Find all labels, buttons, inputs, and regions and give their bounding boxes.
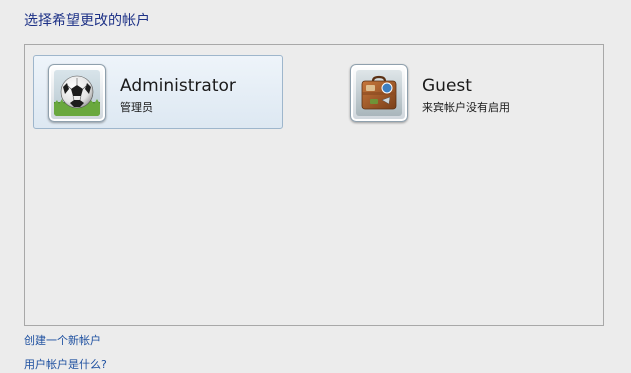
avatar bbox=[48, 64, 106, 122]
soccer-ball-icon bbox=[54, 70, 100, 116]
account-tile-administrator[interactable]: Administrator 管理员 bbox=[33, 55, 283, 129]
account-name: Guest bbox=[422, 76, 472, 96]
avatar bbox=[350, 64, 408, 122]
briefcase-icon bbox=[356, 70, 402, 116]
account-name: Administrator bbox=[120, 76, 236, 96]
page-title: 选择希望更改的帐户 bbox=[24, 13, 150, 29]
account-description: 来宾帐户没有启用 bbox=[422, 101, 510, 114]
what-is-user-account-link[interactable]: 用户帐户是什么? bbox=[24, 356, 107, 372]
account-description: 管理员 bbox=[120, 101, 153, 114]
account-tile-guest[interactable]: Guest 来宾帐户没有启用 bbox=[335, 55, 585, 129]
account-list-panel: Administrator 管理员 Guest 来宾帐户没有启用 bbox=[24, 44, 604, 326]
create-account-link[interactable]: 创建一个新帐户 bbox=[24, 332, 101, 348]
